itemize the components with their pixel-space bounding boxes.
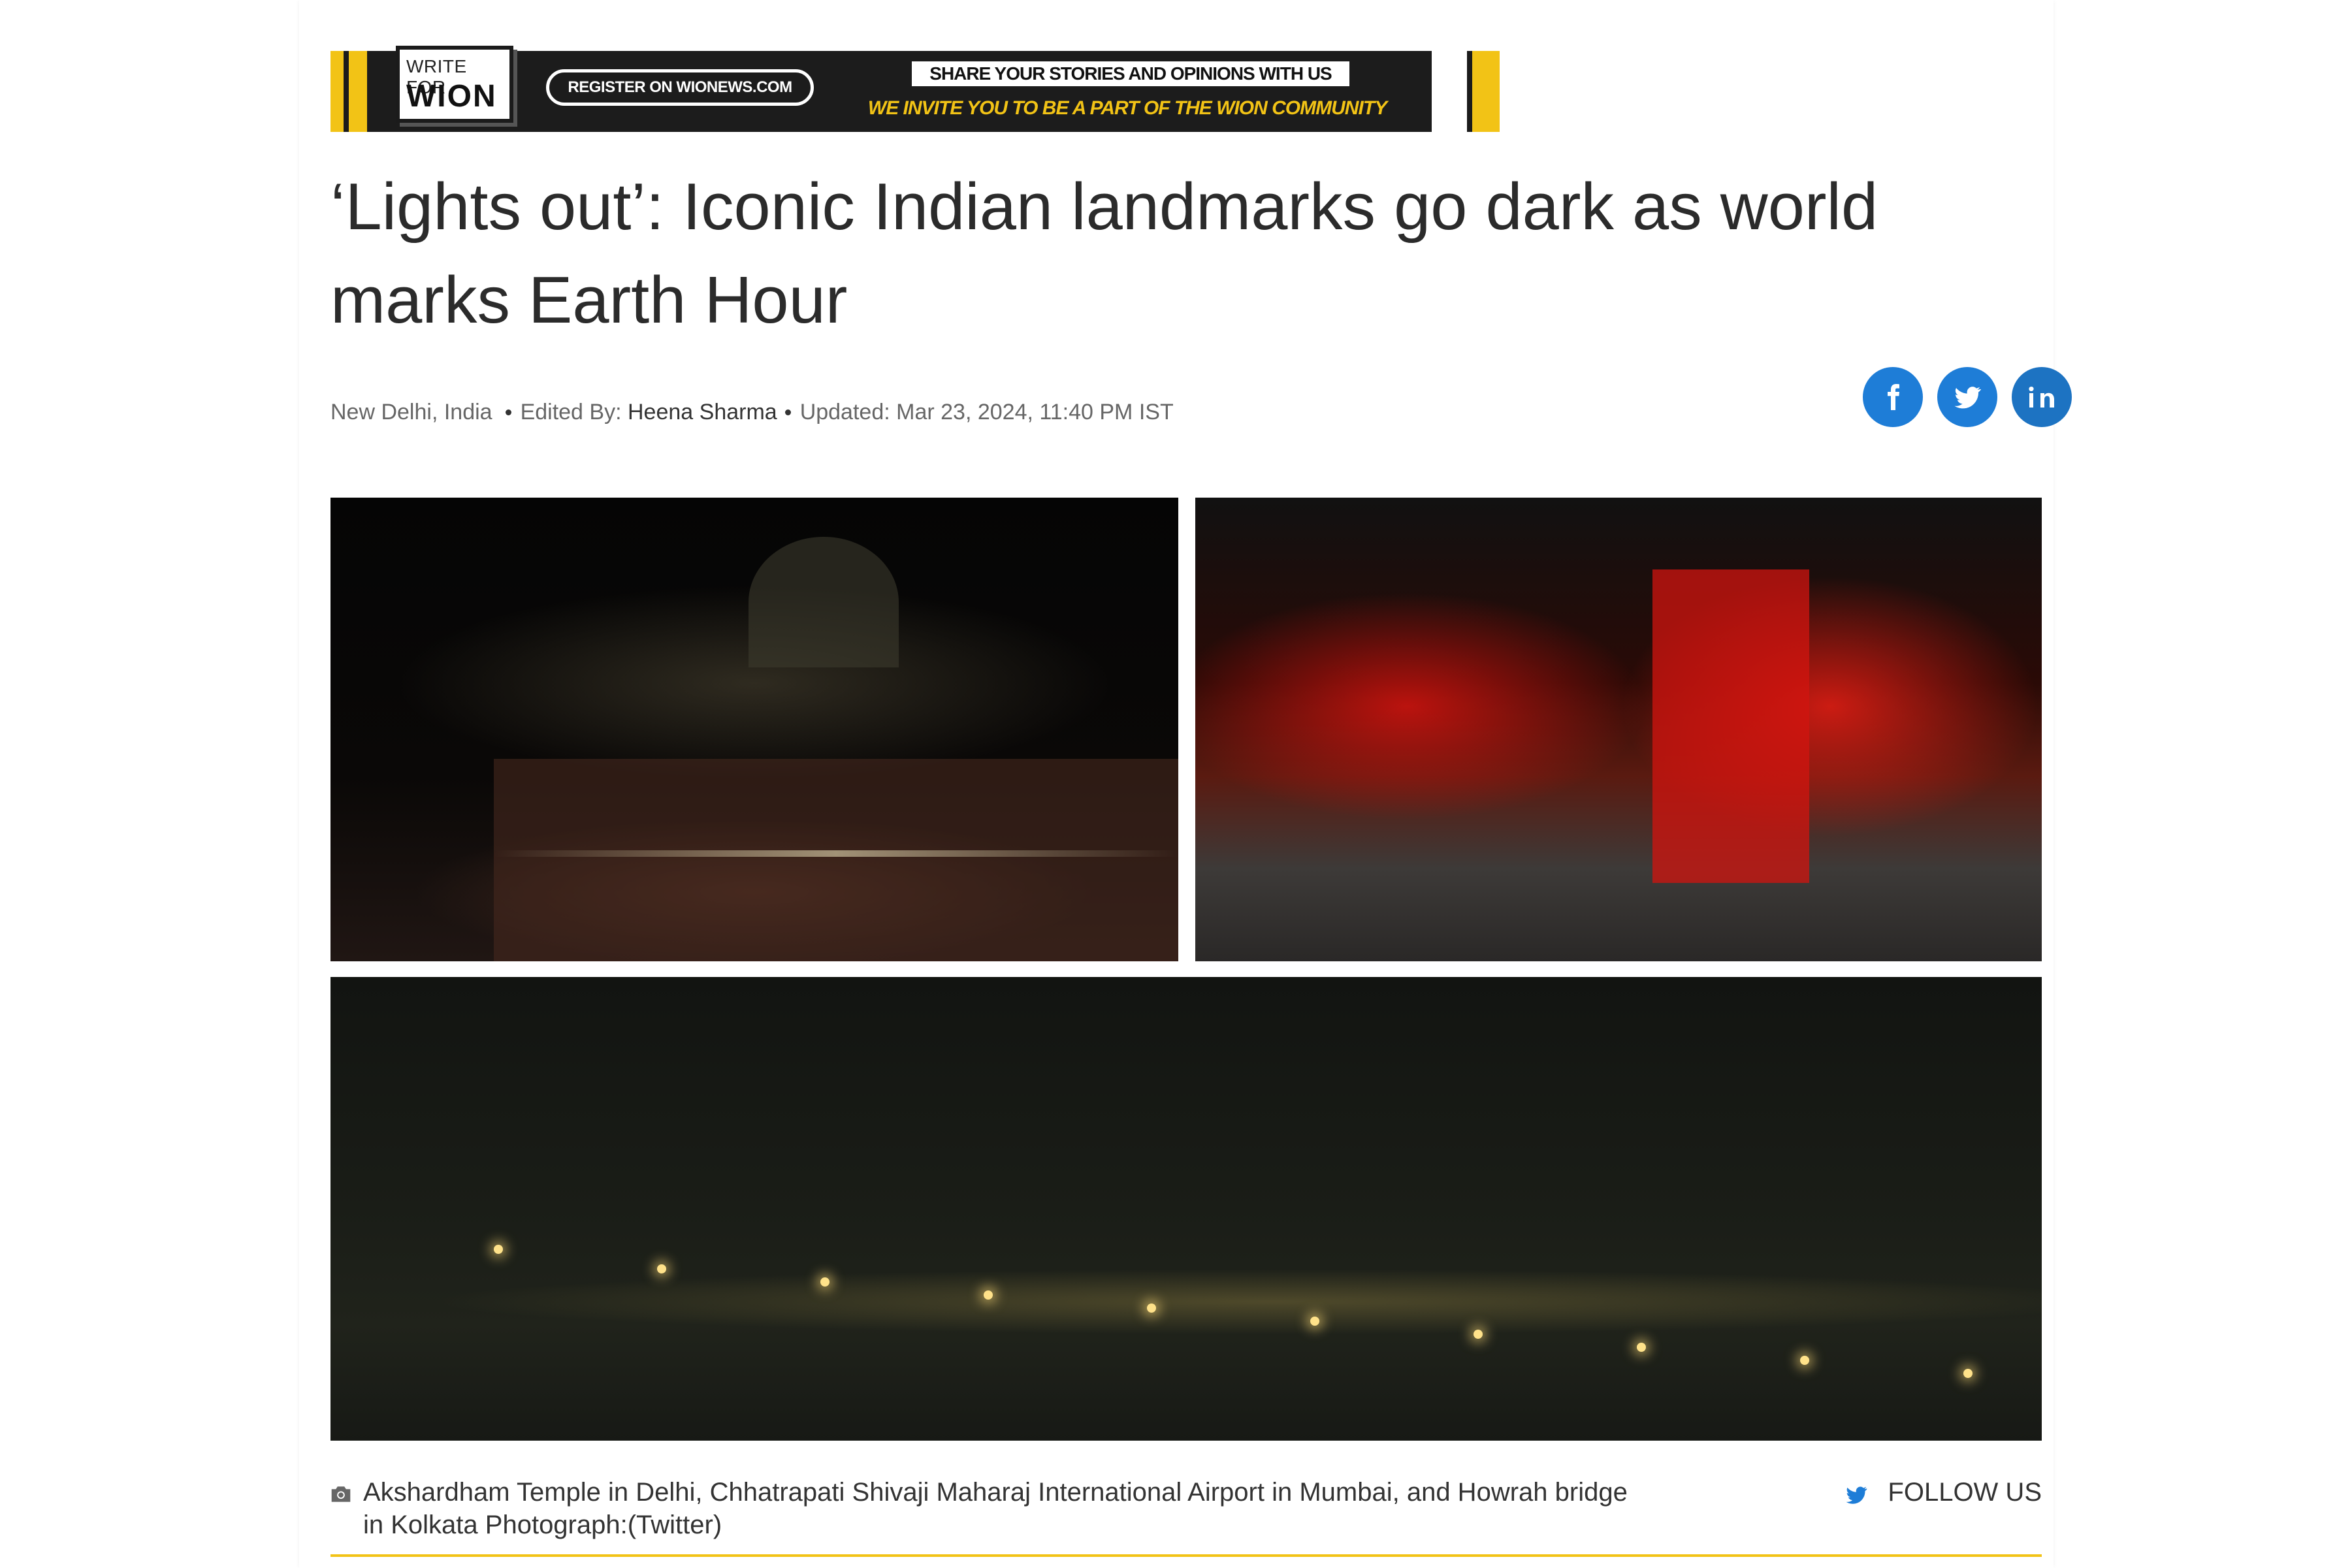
follow-us-label: FOLLOW US bbox=[1888, 1478, 2042, 1507]
red-lit-building bbox=[1652, 569, 1809, 883]
bridge-light bbox=[984, 1290, 993, 1300]
location-text: New Delhi, India bbox=[330, 400, 492, 424]
mumbai-station-photo bbox=[1195, 498, 2042, 961]
bridge-light bbox=[1310, 1317, 1319, 1326]
article-page: WRITE FOR WION REGISTER ON WIONEWS.COM S… bbox=[299, 0, 2072, 1568]
facebook-share-button[interactable] bbox=[1863, 367, 1923, 427]
bridge-light bbox=[657, 1264, 666, 1273]
banner-left-stripe bbox=[330, 51, 367, 132]
akshardham-temple-photo bbox=[330, 498, 1178, 961]
banner-invite-text: WE INVITE YOU TO BE A PART OF THE WION C… bbox=[867, 97, 1387, 119]
twitter-share-button[interactable] bbox=[1937, 367, 1997, 427]
banner-right-stripe bbox=[1467, 51, 1500, 132]
temple-dome-shape bbox=[749, 537, 899, 667]
wion-logo: WRITE FOR WION bbox=[396, 46, 513, 123]
article-meta: New Delhi, India Edited By: Heena Sharma U… bbox=[330, 400, 1174, 425]
temple-lights bbox=[494, 850, 1178, 857]
updated-timestamp: Updated: Mar 23, 2024, 11:40 PM IST bbox=[799, 400, 1174, 424]
follow-us-link[interactable]: FOLLOW US bbox=[1846, 1476, 2042, 1509]
image-caption: Akshardham Temple in Delhi, Chhatrapati … bbox=[330, 1476, 2042, 1557]
bridge-light bbox=[1474, 1330, 1483, 1339]
temple-base-shape bbox=[494, 759, 1178, 961]
twitter-icon bbox=[1954, 387, 1981, 409]
linkedin-share-button[interactable] bbox=[2012, 367, 2072, 427]
camera-icon bbox=[331, 1486, 351, 1502]
meta-separator bbox=[505, 409, 511, 415]
bridge-light bbox=[820, 1277, 830, 1287]
twitter-icon bbox=[1846, 1486, 1868, 1504]
bridge-light bbox=[1147, 1304, 1156, 1313]
bridge-light bbox=[1963, 1369, 1973, 1378]
edited-by-label: Edited By: bbox=[520, 400, 622, 424]
article-title: ‘Lights out’: Iconic Indian landmarks go… bbox=[330, 170, 1878, 337]
linkedin-icon bbox=[2029, 387, 2054, 408]
caption-text: Akshardham Temple in Delhi, Chhatrapati … bbox=[363, 1478, 1628, 1539]
write-for-wion-banner[interactable]: WRITE FOR WION REGISTER ON WIONEWS.COM S… bbox=[330, 46, 1500, 135]
bridge-light bbox=[1637, 1343, 1646, 1352]
logo-wion: WION bbox=[406, 79, 497, 114]
editor-name[interactable]: Heena Sharma bbox=[628, 400, 777, 424]
howrah-bridge-photo bbox=[330, 977, 2042, 1441]
meta-separator bbox=[784, 409, 791, 415]
bridge-light bbox=[1800, 1356, 1809, 1365]
banner-share-text: SHARE YOUR STORIES AND OPINIONS WITH US bbox=[912, 61, 1349, 86]
bridge-light bbox=[494, 1245, 503, 1254]
facebook-icon bbox=[1888, 384, 1899, 410]
register-button[interactable]: REGISTER ON WIONEWS.COM bbox=[546, 69, 814, 106]
